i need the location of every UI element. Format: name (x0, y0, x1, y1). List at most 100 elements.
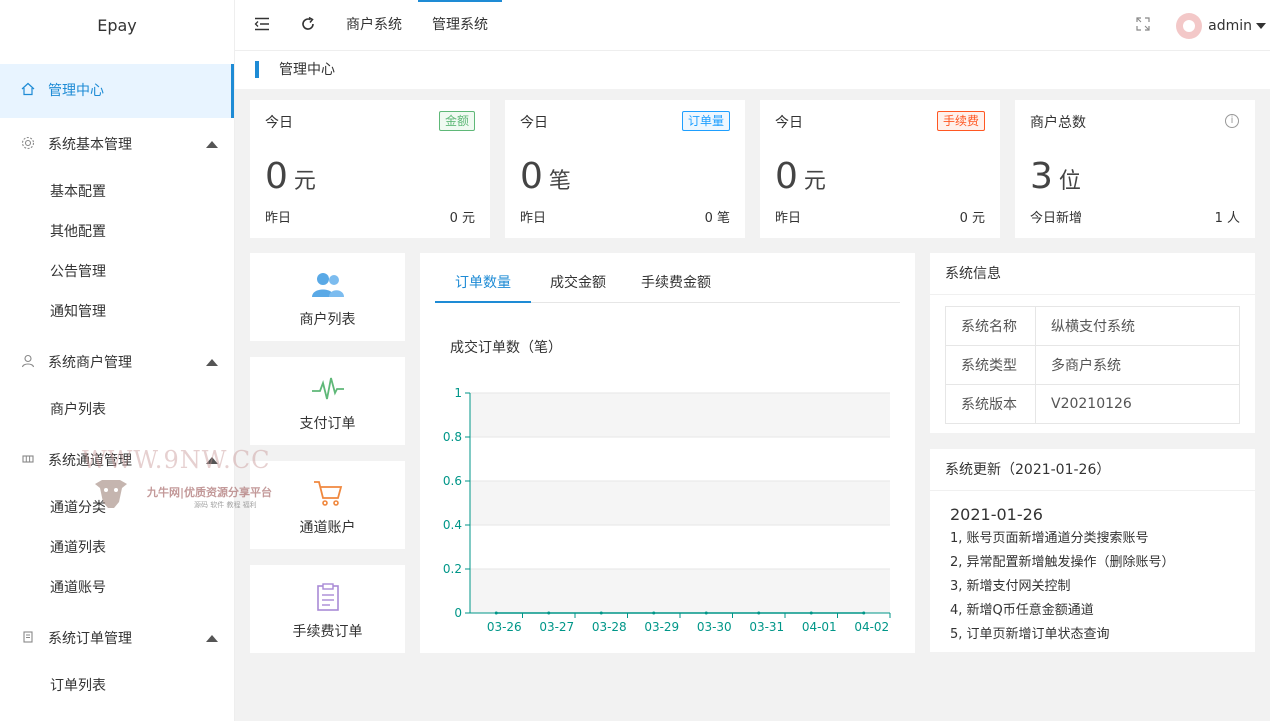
system-update-title: 系统更新（2021-01-26） (930, 449, 1255, 491)
chevron-down-icon (1256, 23, 1266, 29)
stat-badge: 订单量 (681, 111, 730, 131)
x-tick-label: 03-28 (592, 620, 627, 634)
update-date: 2021-01-26 (950, 505, 1043, 524)
sidebar-nav: 管理中心 系统基本管理 基本配置 其他配置 公告管理 通知管理 系统商户管理 商… (0, 64, 234, 706)
y-tick-label: 0 (454, 606, 462, 620)
system-info-table: 系统名称 纵横支付系统 系统类型 多商户系统 系统版本 V20210126 (945, 306, 1240, 424)
x-tick-label: 03-30 (697, 620, 732, 634)
stat-head: 商户总数 (1030, 115, 1086, 131)
top-bar: 商户系统 管理系统 admin (235, 0, 1270, 51)
chart-band (470, 393, 890, 437)
sidebar-subitem-merchant-list[interactable]: 商户列表 (0, 390, 234, 430)
table-row: 系统版本 V20210126 (945, 384, 1240, 424)
sidebar-item-label: 管理中心 (48, 83, 104, 99)
breadcrumb: 管理中心 (235, 51, 1270, 89)
stat-card-amount: 今日 金额 0元 昨日 0 元 (250, 100, 490, 238)
shortcut-label: 手续费订单 (292, 624, 363, 640)
sidebar-subitem-announcement[interactable]: 公告管理 (0, 252, 234, 292)
chart-band (470, 569, 890, 613)
data-point (599, 611, 603, 615)
y-tick-label: 0.6 (443, 474, 462, 488)
system-update-card: 系统更新（2021-01-26） 2021-01-26 1, 账号页面新增通道分… (930, 449, 1255, 652)
list-item: 3, 新增支付网关控制 (950, 579, 1071, 594)
list-item: 2, 异常配置新增触发操作（删除账号） (950, 555, 1175, 570)
shortcut-pay-orders[interactable]: 支付订单 (250, 357, 405, 445)
stat-foot-value: 0 元 (959, 211, 985, 226)
stat-foot-label: 昨日 (265, 211, 292, 226)
shortcut-fee-orders[interactable]: 手续费订单 (250, 565, 405, 653)
stat-card-orders: 今日 订单量 0笔 昨日 0 笔 (505, 100, 745, 238)
stat-foot-label: 今日新增 (1030, 211, 1083, 226)
grid-icon (20, 434, 36, 488)
chart-card: 订单数量 成交金额 手续费金额 成交订单数（笔） 0 0.2 0.4 0.6 0.8 1 0… (420, 253, 915, 653)
sidebar-item-label: 系统通道管理 (48, 453, 132, 469)
clipboard-icon (250, 583, 405, 613)
data-point (547, 611, 551, 615)
tab-admin-system[interactable]: 管理系统 (418, 0, 502, 51)
caret-up-icon[interactable] (206, 635, 218, 642)
stat-value: 0笔 (520, 156, 571, 197)
shortcut-channel-account[interactable]: 通道账户 (250, 461, 405, 549)
stat-head: 今日 (265, 115, 293, 131)
stat-foot-value: 0 笔 (704, 211, 730, 226)
sidebar-group-channel: 系统通道管理 通道分类 通道列表 通道账号 (0, 434, 234, 608)
y-tick-label: 0.8 (443, 430, 462, 444)
shortcut-label: 商户列表 (299, 312, 356, 328)
sidebar-group-basic: 系统基本管理 基本配置 其他配置 公告管理 通知管理 (0, 118, 234, 332)
app-logo[interactable]: Epay (0, 0, 234, 52)
update-list: 1, 账号页面新增通道分类搜索账号 2, 异常配置新增触发操作（删除账号） 3,… (950, 527, 1175, 647)
refresh-icon[interactable] (297, 14, 319, 36)
shortcut-label: 支付订单 (299, 416, 356, 432)
data-point (757, 611, 761, 615)
sidebar-subitem-basic-config[interactable]: 基本配置 (0, 172, 234, 212)
sidebar-item-channel-manage[interactable]: 系统通道管理 (0, 434, 234, 488)
sidebar-subitem-channel-category[interactable]: 通道分类 (0, 488, 234, 528)
sidebar-group-order: 系统订单管理 订单列表 (0, 612, 234, 706)
username: admin (1208, 18, 1252, 34)
sidebar-subitem-order-list[interactable]: 订单列表 (0, 666, 234, 706)
sidebar-item-basic-manage[interactable]: 系统基本管理 (0, 118, 234, 172)
data-point (862, 611, 866, 615)
stat-head: 今日 (775, 115, 803, 131)
stat-foot-label: 昨日 (520, 211, 547, 226)
sidebar-subitem-notification[interactable]: 通知管理 (0, 292, 234, 332)
menu-collapse-icon[interactable] (251, 14, 273, 36)
stat-value: 3位 (1030, 156, 1081, 197)
y-tick-label: 0.2 (443, 562, 462, 576)
sidebar-item-merchant-manage[interactable]: 系统商户管理 (0, 336, 234, 390)
sidebar-subitem-channel-account[interactable]: 通道账号 (0, 568, 234, 608)
caret-up-icon[interactable] (206, 457, 218, 464)
user-menu[interactable]: admin (1176, 12, 1266, 40)
system-info-title: 系统信息 (930, 253, 1255, 295)
shortcut-merchant-list[interactable]: 商户列表 (250, 253, 405, 341)
data-point (652, 611, 656, 615)
sidebar-subitem-other-config[interactable]: 其他配置 (0, 212, 234, 252)
y-tick-label: 1 (454, 386, 462, 400)
sidebar-item-home[interactable]: 管理中心 (0, 64, 234, 118)
sidebar-item-order-manage[interactable]: 系统订单管理 (0, 612, 234, 666)
caret-up-icon[interactable] (206, 359, 218, 366)
stat-foot-value: 0 元 (449, 211, 475, 226)
x-tick-label: 04-01 (802, 620, 837, 634)
sidebar: Epay 管理中心 系统基本管理 基本配置 其他配置 公告管理 通知管理 系统商… (0, 0, 235, 721)
sidebar-subitem-channel-list[interactable]: 通道列表 (0, 528, 234, 568)
caret-up-icon[interactable] (206, 141, 218, 148)
pulse-icon (250, 375, 405, 405)
table-row: 系统名称 纵横支付系统 (945, 306, 1240, 346)
data-point (494, 611, 498, 615)
list-item: 1, 账号页面新增通道分类搜索账号 (950, 531, 1149, 546)
users-icon (250, 271, 405, 301)
stat-card-fee: 今日 手续费 0元 昨日 0 元 (760, 100, 1000, 238)
sidebar-item-label: 系统订单管理 (48, 631, 132, 647)
cart-icon (250, 479, 405, 509)
table-row: 系统类型 多商户系统 (945, 345, 1240, 385)
x-tick-label: 04-02 (854, 620, 889, 634)
sidebar-group-merchant: 系统商户管理 商户列表 (0, 336, 234, 430)
doc-icon (20, 612, 36, 666)
info-icon[interactable]: i (1225, 114, 1239, 128)
fullscreen-icon[interactable] (1135, 16, 1151, 32)
stat-value: 0元 (775, 156, 826, 197)
tab-merchant-system[interactable]: 商户系统 (332, 0, 416, 51)
y-tick-label: 0.4 (443, 518, 462, 532)
x-tick-label: 03-31 (749, 620, 784, 634)
